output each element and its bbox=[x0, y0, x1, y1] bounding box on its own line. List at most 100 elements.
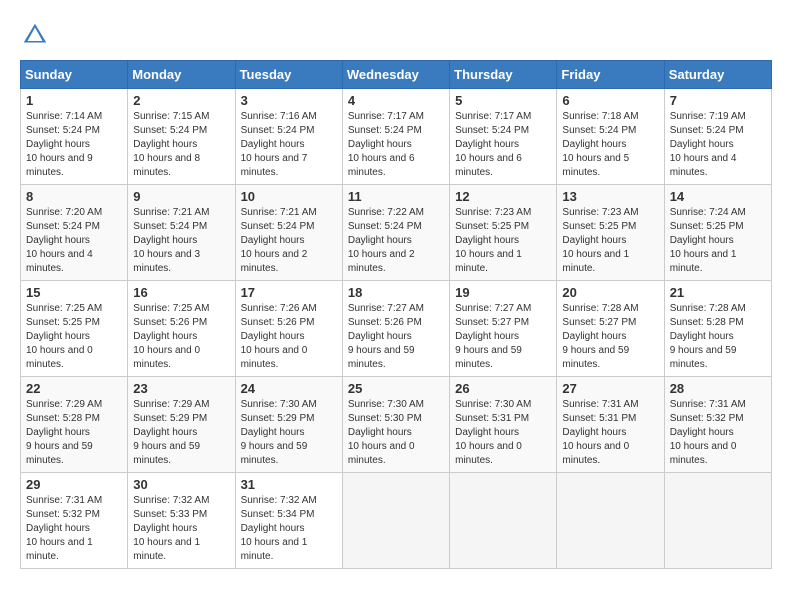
day-info: Sunrise: 7:18 AMSunset: 5:24 PMDaylight … bbox=[562, 110, 658, 180]
calendar-week-5: 29Sunrise: 7:31 AMSunset: 5:32 PMDayligh… bbox=[21, 473, 772, 569]
calendar-cell: 19 Sunrise: 7:27 AMSunset: 5:27 PMDayligh… bbox=[450, 281, 557, 377]
calendar-cell: 21 Sunrise: 7:28 AMSunset: 5:28 PMDayligh… bbox=[664, 281, 771, 377]
calendar-cell: 30 Sunrise: 7:32 AMSunset: 5:33 PMDayligh… bbox=[128, 473, 235, 569]
day-number: 8 bbox=[26, 189, 122, 204]
day-info: Sunrise: 7:31 AMSunset: 5:32 PMDaylight … bbox=[670, 398, 766, 468]
calendar-cell: 26Sunrise: 7:30 AMSunset: 5:31 PMDayligh… bbox=[450, 377, 557, 473]
day-number: 24 bbox=[241, 381, 337, 396]
day-info: Sunrise: 7:30 AMSunset: 5:30 PMDaylight … bbox=[348, 398, 444, 468]
calendar-cell: 11 Sunrise: 7:22 AMSunset: 5:24 PMDayligh… bbox=[342, 185, 449, 281]
day-number: 3 bbox=[241, 93, 337, 108]
calendar-cell: 10 Sunrise: 7:21 AMSunset: 5:24 PMDayligh… bbox=[235, 185, 342, 281]
calendar-cell: 22Sunrise: 7:29 AMSunset: 5:28 PMDayligh… bbox=[21, 377, 128, 473]
logo bbox=[20, 20, 54, 50]
day-info: Sunrise: 7:21 AMSunset: 5:24 PMDaylight … bbox=[133, 206, 229, 276]
day-info: Sunrise: 7:14 AMSunset: 5:24 PMDaylight … bbox=[26, 110, 122, 180]
day-number: 11 bbox=[348, 189, 444, 204]
day-info: Sunrise: 7:28 AMSunset: 5:27 PMDaylight … bbox=[562, 302, 658, 372]
calendar-cell: 29Sunrise: 7:31 AMSunset: 5:32 PMDayligh… bbox=[21, 473, 128, 569]
calendar-cell: 28 Sunrise: 7:31 AMSunset: 5:32 PMDayligh… bbox=[664, 377, 771, 473]
calendar-cell: 27 Sunrise: 7:31 AMSunset: 5:31 PMDayligh… bbox=[557, 377, 664, 473]
day-number: 12 bbox=[455, 189, 551, 204]
day-info: Sunrise: 7:21 AMSunset: 5:24 PMDaylight … bbox=[241, 206, 337, 276]
calendar-cell: 9 Sunrise: 7:21 AMSunset: 5:24 PMDaylight… bbox=[128, 185, 235, 281]
day-number: 25 bbox=[348, 381, 444, 396]
day-info: Sunrise: 7:29 AMSunset: 5:29 PMDaylight … bbox=[133, 398, 229, 468]
day-info: Sunrise: 7:22 AMSunset: 5:24 PMDaylight … bbox=[348, 206, 444, 276]
calendar-cell: 24 Sunrise: 7:30 AMSunset: 5:29 PMDayligh… bbox=[235, 377, 342, 473]
calendar-cell: 8Sunrise: 7:20 AMSunset: 5:24 PMDaylight… bbox=[21, 185, 128, 281]
day-number: 17 bbox=[241, 285, 337, 300]
calendar-cell: 7Sunrise: 7:19 AMSunset: 5:24 PMDaylight… bbox=[664, 89, 771, 185]
col-header-wednesday: Wednesday bbox=[342, 61, 449, 89]
col-header-monday: Monday bbox=[128, 61, 235, 89]
day-info: Sunrise: 7:31 AMSunset: 5:32 PMDaylight … bbox=[26, 494, 122, 564]
day-number: 13 bbox=[562, 189, 658, 204]
calendar-cell: 2 Sunrise: 7:15 AMSunset: 5:24 PMDaylight… bbox=[128, 89, 235, 185]
day-number: 27 bbox=[562, 381, 658, 396]
calendar-cell: 15Sunrise: 7:25 AMSunset: 5:25 PMDayligh… bbox=[21, 281, 128, 377]
day-number: 20 bbox=[562, 285, 658, 300]
day-info: Sunrise: 7:30 AMSunset: 5:31 PMDaylight … bbox=[455, 398, 551, 468]
day-number: 5 bbox=[455, 93, 551, 108]
day-number: 2 bbox=[133, 93, 229, 108]
col-header-thursday: Thursday bbox=[450, 61, 557, 89]
day-number: 30 bbox=[133, 477, 229, 492]
day-number: 21 bbox=[670, 285, 766, 300]
day-info: Sunrise: 7:16 AMSunset: 5:24 PMDaylight … bbox=[241, 110, 337, 180]
day-info: Sunrise: 7:15 AMSunset: 5:24 PMDaylight … bbox=[133, 110, 229, 180]
calendar-cell: 14 Sunrise: 7:24 AMSunset: 5:25 PMDayligh… bbox=[664, 185, 771, 281]
day-number: 16 bbox=[133, 285, 229, 300]
header bbox=[20, 20, 772, 50]
calendar-cell: 3 Sunrise: 7:16 AMSunset: 5:24 PMDaylight… bbox=[235, 89, 342, 185]
calendar-cell bbox=[342, 473, 449, 569]
day-number: 10 bbox=[241, 189, 337, 204]
calendar-header-row: SundayMondayTuesdayWednesdayThursdayFrid… bbox=[21, 61, 772, 89]
day-info: Sunrise: 7:29 AMSunset: 5:28 PMDaylight … bbox=[26, 398, 122, 468]
calendar-cell: 20 Sunrise: 7:28 AMSunset: 5:27 PMDayligh… bbox=[557, 281, 664, 377]
day-info: Sunrise: 7:23 AMSunset: 5:25 PMDaylight … bbox=[562, 206, 658, 276]
day-info: Sunrise: 7:28 AMSunset: 5:28 PMDaylight … bbox=[670, 302, 766, 372]
day-info: Sunrise: 7:19 AMSunset: 5:24 PMDaylight … bbox=[670, 110, 766, 180]
calendar-cell: 16 Sunrise: 7:25 AMSunset: 5:26 PMDayligh… bbox=[128, 281, 235, 377]
day-number: 31 bbox=[241, 477, 337, 492]
calendar-cell bbox=[557, 473, 664, 569]
day-info: Sunrise: 7:25 AMSunset: 5:26 PMDaylight … bbox=[133, 302, 229, 372]
calendar-cell: 23Sunrise: 7:29 AMSunset: 5:29 PMDayligh… bbox=[128, 377, 235, 473]
calendar-cell: 1 Sunrise: 7:14 AMSunset: 5:24 PMDaylight… bbox=[21, 89, 128, 185]
calendar-cell: 4 Sunrise: 7:17 AMSunset: 5:24 PMDaylight… bbox=[342, 89, 449, 185]
day-number: 14 bbox=[670, 189, 766, 204]
calendar-cell: 31 Sunrise: 7:32 AMSunset: 5:34 PMDayligh… bbox=[235, 473, 342, 569]
calendar-week-3: 15Sunrise: 7:25 AMSunset: 5:25 PMDayligh… bbox=[21, 281, 772, 377]
day-number: 19 bbox=[455, 285, 551, 300]
calendar-cell: 18Sunrise: 7:27 AMSunset: 5:26 PMDayligh… bbox=[342, 281, 449, 377]
day-number: 9 bbox=[133, 189, 229, 204]
day-info: Sunrise: 7:17 AMSunset: 5:24 PMDaylight … bbox=[455, 110, 551, 180]
day-info: Sunrise: 7:17 AMSunset: 5:24 PMDaylight … bbox=[348, 110, 444, 180]
day-info: Sunrise: 7:27 AMSunset: 5:27 PMDaylight … bbox=[455, 302, 551, 372]
calendar-week-2: 8Sunrise: 7:20 AMSunset: 5:24 PMDaylight… bbox=[21, 185, 772, 281]
col-header-tuesday: Tuesday bbox=[235, 61, 342, 89]
calendar-cell bbox=[664, 473, 771, 569]
logo-icon bbox=[20, 20, 50, 50]
day-number: 18 bbox=[348, 285, 444, 300]
day-number: 1 bbox=[26, 93, 122, 108]
day-info: Sunrise: 7:23 AMSunset: 5:25 PMDaylight … bbox=[455, 206, 551, 276]
calendar-cell: 6 Sunrise: 7:18 AMSunset: 5:24 PMDaylight… bbox=[557, 89, 664, 185]
day-info: Sunrise: 7:31 AMSunset: 5:31 PMDaylight … bbox=[562, 398, 658, 468]
day-number: 28 bbox=[670, 381, 766, 396]
day-info: Sunrise: 7:32 AMSunset: 5:33 PMDaylight … bbox=[133, 494, 229, 564]
calendar-cell: 17Sunrise: 7:26 AMSunset: 5:26 PMDayligh… bbox=[235, 281, 342, 377]
day-info: Sunrise: 7:32 AMSunset: 5:34 PMDaylight … bbox=[241, 494, 337, 564]
col-header-saturday: Saturday bbox=[664, 61, 771, 89]
day-info: Sunrise: 7:30 AMSunset: 5:29 PMDaylight … bbox=[241, 398, 337, 468]
day-number: 6 bbox=[562, 93, 658, 108]
col-header-friday: Friday bbox=[557, 61, 664, 89]
calendar-cell: 12 Sunrise: 7:23 AMSunset: 5:25 PMDayligh… bbox=[450, 185, 557, 281]
day-number: 15 bbox=[26, 285, 122, 300]
day-number: 4 bbox=[348, 93, 444, 108]
day-info: Sunrise: 7:24 AMSunset: 5:25 PMDaylight … bbox=[670, 206, 766, 276]
calendar-cell bbox=[450, 473, 557, 569]
col-header-sunday: Sunday bbox=[21, 61, 128, 89]
calendar-cell: 25 Sunrise: 7:30 AMSunset: 5:30 PMDayligh… bbox=[342, 377, 449, 473]
